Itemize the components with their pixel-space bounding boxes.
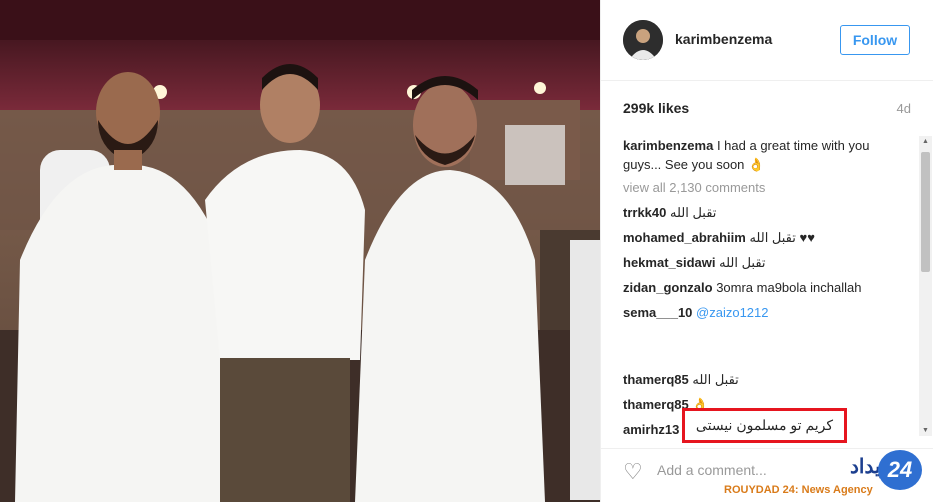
heart-icon[interactable]: ♡ (623, 459, 643, 485)
scroll-up-icon[interactable]: ▲ (922, 138, 929, 145)
comments-list[interactable]: karimbenzema I had a great time with you… (623, 136, 913, 436)
username[interactable]: karimbenzema (675, 31, 772, 47)
comment-text: تقبل الله (719, 255, 766, 270)
view-all-comments-link[interactable]: view all 2,130 comments (623, 178, 913, 197)
post-header: karimbenzema Follow (601, 0, 933, 81)
follow-button[interactable]: Follow (840, 25, 910, 55)
avatar[interactable] (623, 20, 663, 60)
comment-item: zidan_gonzalo 3omra ma9bola inchallah (623, 278, 913, 297)
comment-user[interactable]: trrkk40 (623, 205, 666, 220)
highlighted-comment: کریم تو مسلمون نیستی (682, 408, 847, 443)
comment-user[interactable]: thamerq85 (623, 372, 689, 387)
caption: karimbenzema I had a great time with you… (623, 136, 903, 174)
comment-text: 3omra ma9bola inchallah (716, 280, 862, 295)
comments-scrollbar[interactable]: ▲ ▼ (919, 136, 932, 436)
comment-text: تقبل الله (692, 372, 739, 387)
comment-item: trrkk40 تقبل الله (623, 203, 913, 222)
likes-count[interactable]: 299k likes (623, 100, 689, 116)
comment-item: thamerq85 تقبل الله (623, 370, 913, 389)
comment-text: تقبل الله (670, 205, 717, 220)
scroll-thumb[interactable] (921, 152, 930, 272)
comment-text: تقبل الله ♥♥ (749, 230, 815, 245)
comment-user[interactable]: hekmat_sidawi (623, 255, 716, 270)
comment-user[interactable]: zidan_gonzalo (623, 280, 713, 295)
post-photo[interactable] (0, 0, 600, 502)
logo-badge: 24 (878, 450, 922, 490)
agency-caption: ROUYDAD 24: News Agency (724, 484, 873, 496)
add-comment-input[interactable]: Add a comment... (657, 462, 767, 478)
comment-user[interactable]: amirhz13 (623, 422, 679, 436)
comment-mention[interactable]: @zaizo1212 (696, 305, 768, 320)
scroll-down-icon[interactable]: ▼ (922, 427, 929, 434)
post-time[interactable]: 4d (897, 101, 911, 116)
obscured-comment-area (683, 326, 913, 362)
comment-item: hekmat_sidawi تقبل الله (623, 253, 913, 272)
comment-user[interactable]: thamerq85 (623, 397, 689, 412)
caption-user[interactable]: karimbenzema (623, 138, 713, 153)
comment-user[interactable]: mohamed_abrahiim (623, 230, 746, 245)
comment-user[interactable]: sema___10 (623, 305, 692, 320)
comment-item: sema___10 @zaizo1212 (623, 303, 913, 322)
comment-item: mohamed_abrahiim تقبل الله ♥♥ (623, 228, 913, 247)
